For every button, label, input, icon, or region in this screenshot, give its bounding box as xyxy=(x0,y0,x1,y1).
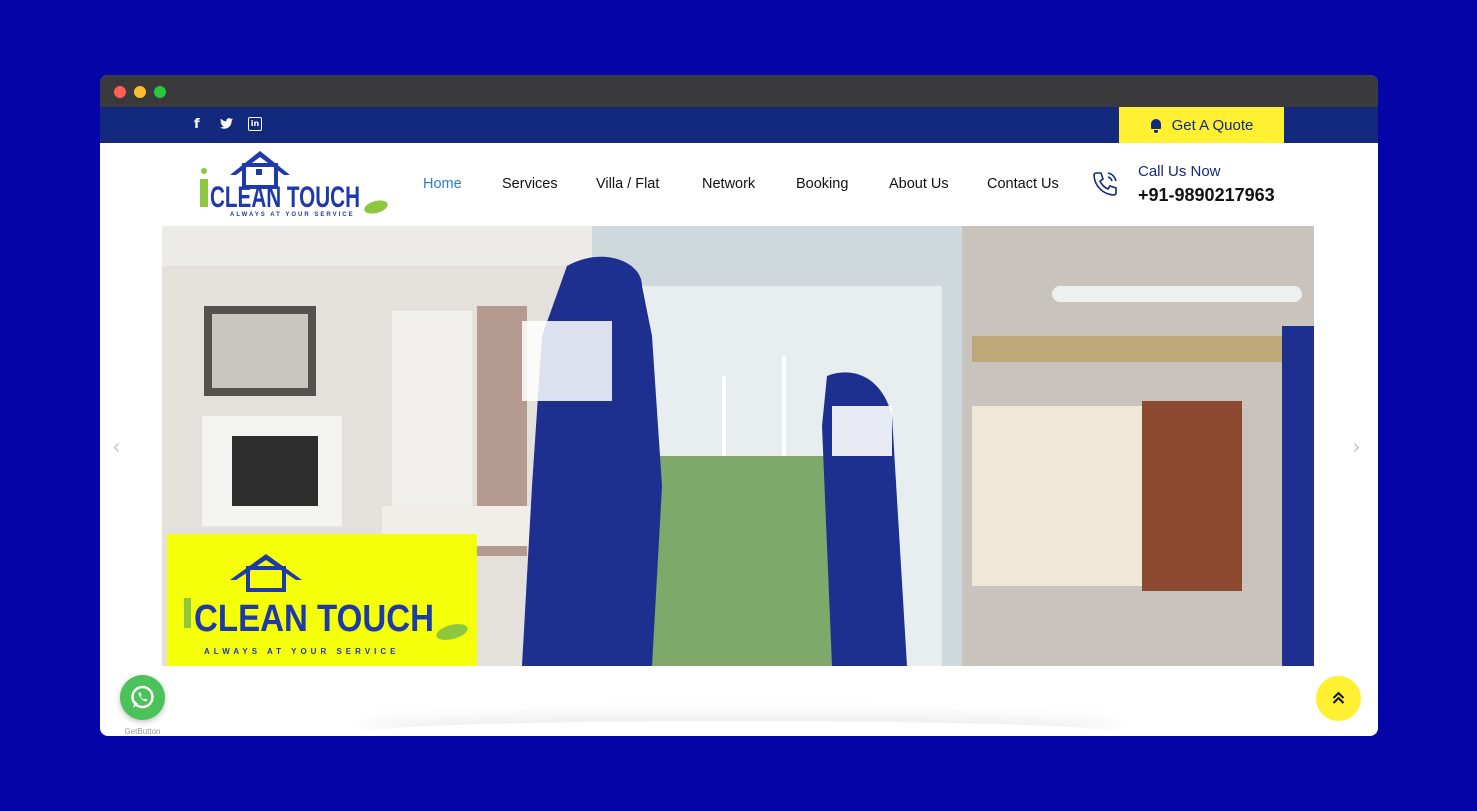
hero-slider: CLEAN TOUCH ALWAYS AT YOUR SERVICE xyxy=(162,226,1314,666)
whatsapp-button[interactable] xyxy=(120,675,165,720)
nav-home[interactable]: Home xyxy=(423,176,462,192)
maximize-window-button[interactable] xyxy=(154,86,166,98)
site-header: CLEAN TOUCH ALWAYS AT YOUR SERVICE Home … xyxy=(100,143,1378,226)
logo-text: CLEAN TOUCH xyxy=(210,181,360,214)
nav-booking[interactable]: Booking xyxy=(796,176,848,192)
twitter-icon[interactable] xyxy=(220,116,233,134)
nav-contact-us[interactable]: Contact Us xyxy=(987,176,1059,192)
hero-image: CLEAN TOUCH ALWAYS AT YOUR SERVICE xyxy=(162,226,1314,666)
nav-about-us[interactable]: About Us xyxy=(889,176,949,192)
logo-tagline: ALWAYS AT YOUR SERVICE xyxy=(230,212,355,218)
chevron-right-icon[interactable]: › xyxy=(1352,435,1361,460)
hero-logo-text: CLEAN TOUCH xyxy=(194,598,434,640)
whatsapp-label: GetButton xyxy=(124,727,161,736)
get-a-quote-label: Get A Quote xyxy=(1171,116,1254,134)
minimize-window-button[interactable] xyxy=(134,86,146,98)
phone-number[interactable]: +91-9890217963 xyxy=(1138,185,1275,206)
browser-window: f in Get A Quote CLEAN TOUCH ALWAYS AT Y… xyxy=(100,75,1378,736)
linkedin-icon[interactable]: in xyxy=(248,117,262,131)
window-titlebar xyxy=(100,75,1378,107)
nav-services[interactable]: Services xyxy=(502,176,558,192)
get-a-quote-button[interactable]: Get A Quote xyxy=(1119,107,1284,143)
section-shadow xyxy=(360,721,1120,736)
close-window-button[interactable] xyxy=(114,86,126,98)
double-chevron-up-icon xyxy=(1332,691,1345,704)
bell-icon xyxy=(1150,118,1162,133)
hero-logo-tagline: ALWAYS AT YOUR SERVICE xyxy=(204,647,399,656)
call-us-label: Call Us Now xyxy=(1138,163,1221,180)
phone-icon xyxy=(1090,169,1120,199)
whatsapp-icon xyxy=(131,685,154,709)
chevron-left-icon[interactable]: ‹ xyxy=(112,435,121,460)
nav-network[interactable]: Network xyxy=(702,176,755,192)
site-logo[interactable]: CLEAN TOUCH ALWAYS AT YOUR SERVICE xyxy=(194,149,390,219)
top-bar: f in Get A Quote xyxy=(100,107,1378,143)
nav-villa-flat[interactable]: Villa / Flat xyxy=(596,176,659,192)
facebook-icon[interactable]: f xyxy=(194,116,200,134)
scroll-to-top-button[interactable] xyxy=(1316,676,1361,721)
